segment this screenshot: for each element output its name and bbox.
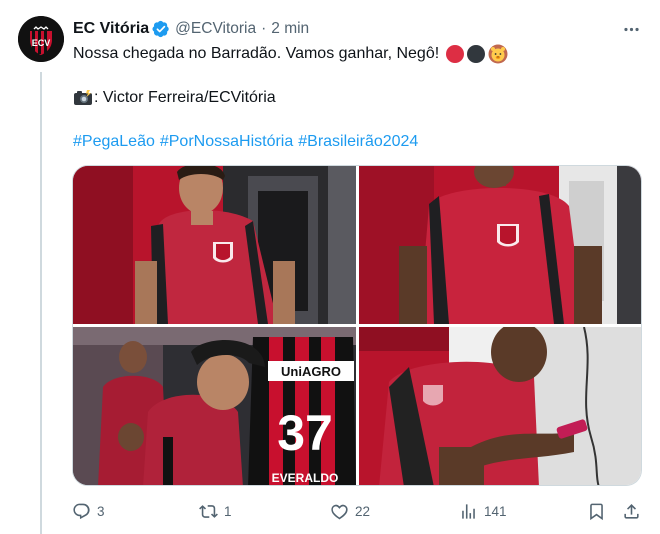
separator-dot: · [261, 20, 267, 37]
repost-button[interactable]: 1 [199, 498, 232, 524]
red-circle-emoji [446, 45, 465, 63]
camera-with-flash-emoji [73, 89, 93, 107]
views-button[interactable]: 141 [459, 498, 507, 524]
share-button[interactable] [622, 498, 641, 524]
views-count: 141 [484, 503, 507, 519]
lion-face-emoji [488, 44, 508, 64]
tweet[interactable]: ECV EC Vitória @ECVitoria · 2 min Nossa … [0, 0, 660, 534]
reply-count: 3 [97, 503, 105, 519]
jersey-number: 37 [277, 405, 333, 461]
action-bar: 3 1 22 141 [72, 498, 647, 524]
photo-players-shirt-37[interactable]: UniAGRO 37 EVERALDO [73, 327, 356, 485]
reply-icon [73, 503, 90, 519]
tweet-header: EC Vitória @ECVitoria · 2 min [73, 18, 309, 40]
verified-badge-icon[interactable] [152, 20, 170, 38]
jersey-sponsor: UniAGRO [281, 364, 341, 379]
reply-button[interactable]: 3 [72, 498, 105, 524]
photo-credit: : Victor Ferreira/ECVitória [73, 86, 276, 110]
timestamp[interactable]: 2 min [271, 20, 309, 38]
tweet-text: Nossa chegada no Barradão. Vamos ganhar,… [73, 42, 508, 66]
photo-player-phone[interactable] [359, 327, 641, 485]
repost-icon [199, 504, 218, 518]
photo-player-arriving-1[interactable] [73, 166, 356, 324]
hashtag-link[interactable]: #PorNossaHistória [160, 133, 293, 151]
hashtags: #PegaLeão #PorNossaHistória #Brasileirão… [73, 130, 423, 154]
like-button[interactable]: 22 [330, 498, 370, 524]
thread-line [40, 72, 42, 534]
share-icon [624, 503, 639, 519]
credit-text: : Victor Ferreira/ECVitória [94, 89, 276, 106]
svg-text:ECV: ECV [32, 38, 51, 48]
bookmark-button[interactable] [587, 498, 606, 524]
media-grid: UniAGRO 37 EVERALDO [72, 165, 642, 486]
jersey-nameplate: EVERALDO [272, 471, 339, 485]
black-circle-emoji [467, 45, 486, 63]
display-name[interactable]: EC Vitória [73, 20, 149, 38]
user-handle[interactable]: @ECVitoria [175, 20, 256, 38]
avatar[interactable]: ECV [18, 16, 64, 62]
hashtag-link[interactable]: #PegaLeão [73, 133, 155, 151]
heart-icon [331, 504, 348, 519]
hashtag-link[interactable]: #Brasileirão2024 [298, 133, 418, 151]
views-icon [462, 503, 475, 519]
more-options-icon[interactable] [618, 16, 644, 42]
repost-count: 1 [224, 503, 232, 519]
photo-player-arriving-2[interactable] [359, 166, 641, 324]
bookmark-icon [590, 503, 603, 520]
like-count: 22 [355, 503, 371, 519]
club-crest-logo: ECV [18, 16, 64, 62]
tweet-text-line: Nossa chegada no Barradão. Vamos ganhar,… [73, 45, 440, 62]
